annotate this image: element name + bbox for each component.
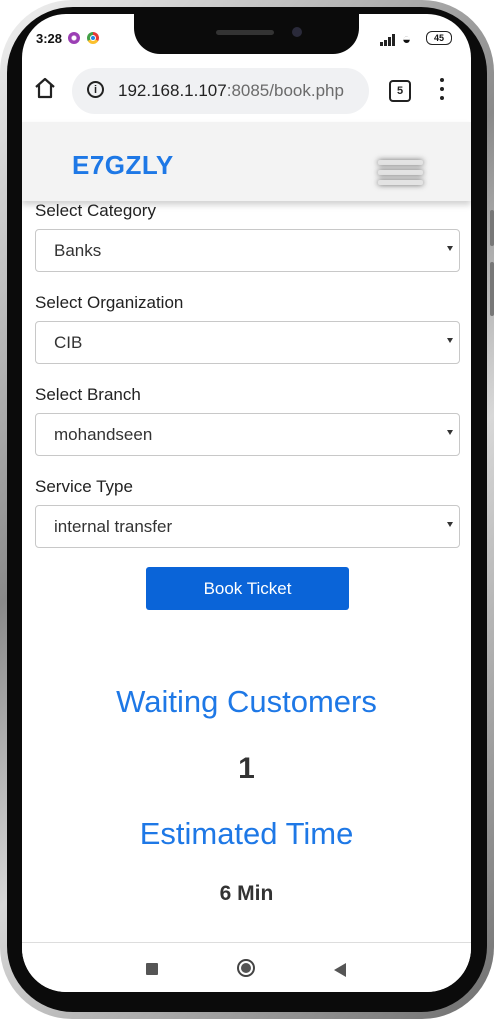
url-host: 192.168.1.107 [118, 81, 227, 100]
service-type-select[interactable]: internal transfer [35, 505, 460, 548]
waiting-customers-title: Waiting Customers [116, 684, 377, 719]
category-value: Banks [54, 241, 102, 260]
estimated-time-title: Estimated Time [139, 816, 354, 851]
chevron-down-icon [447, 338, 453, 343]
category-select[interactable]: Banks [35, 229, 460, 272]
status-time: 3:28 [36, 31, 63, 46]
chevron-down-icon [447, 522, 453, 527]
speaker-grille [216, 30, 274, 35]
organization-label: Select Organization [35, 293, 184, 312]
chrome-notification-icon [87, 32, 99, 44]
notification-app-icon [68, 32, 80, 44]
waiting-customers-count: 1 [238, 752, 255, 785]
volume-button [490, 262, 494, 316]
home-icon[interactable] [33, 76, 57, 100]
url-path: :8085/book.php [226, 81, 344, 100]
branch-value: mohandseen [54, 425, 153, 444]
square-icon[interactable] [146, 963, 158, 975]
branch-label: Select Branch [35, 385, 141, 404]
estimated-time-value: 6 Min [219, 882, 274, 905]
signal-icon [380, 34, 398, 46]
book-ticket-button[interactable]: Book Ticket [146, 567, 349, 610]
brand-logo[interactable]: E7GZLY [72, 150, 174, 181]
tabs-icon[interactable]: 5 [389, 80, 411, 102]
organization-value: CIB [54, 333, 83, 352]
address-bar[interactable]: i 192.168.1.107:8085/book.php [72, 68, 369, 114]
service-type-label: Service Type [35, 477, 133, 496]
chevron-down-icon [447, 430, 453, 435]
info-icon[interactable]: i [87, 81, 104, 98]
wifi-icon: ◒ [402, 31, 412, 48]
more-vert-icon[interactable] [439, 78, 445, 102]
screen: 3:28 ◒ 45 i 192.168.1.107:8085/book.php … [22, 14, 471, 992]
branch-select[interactable]: mohandseen [35, 413, 460, 456]
site-header: E7GZLY [22, 122, 471, 201]
browser-toolbar: i 192.168.1.107:8085/book.php 5 [22, 60, 471, 122]
service-type-value: internal transfer [54, 517, 173, 536]
battery-icon: 45 [426, 31, 452, 45]
circle-icon[interactable] [237, 959, 255, 977]
chevron-down-icon [447, 246, 453, 251]
url-text[interactable]: 192.168.1.107:8085/book.php [118, 81, 344, 101]
system-nav-bar [22, 942, 471, 992]
camera-notch [134, 14, 359, 54]
category-label: Select Category [35, 201, 156, 220]
organization-select[interactable]: CIB [35, 321, 460, 364]
power-button [490, 210, 494, 246]
triangle-back-icon[interactable] [334, 963, 346, 977]
hamburger-menu-icon[interactable] [378, 160, 426, 196]
camera-icon [292, 27, 302, 37]
